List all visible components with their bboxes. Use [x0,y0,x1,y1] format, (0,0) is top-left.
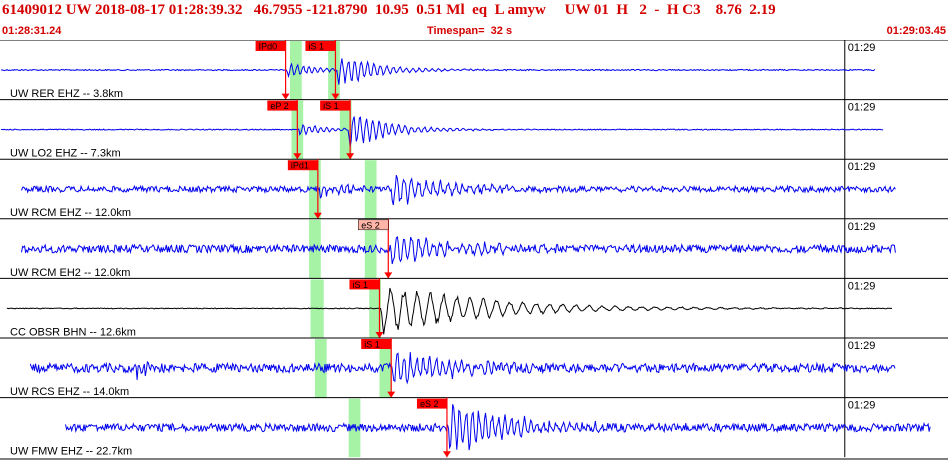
station-label: UW RCM EH2 -- 12.0km [10,267,130,279]
timespan-label: Timespan= 32 s [427,25,513,37]
time-tick-label: 01:29 [848,221,876,233]
time-tick-label: 01:29 [848,102,876,114]
waveform-line [6,287,893,335]
time-tick-label: 01:29 [848,280,876,292]
station-label: UW RCM EHZ -- 12.0km [10,207,131,219]
pick-label: iS 1 [323,101,339,111]
trace-panel: 01:29 eS 2 UW RCM EH2 -- 12.0km [0,218,948,279]
time-tick-label: 01:29 [848,161,876,173]
trace-panel: 01:29 iS 1 CC OBSR BHN -- 12.6km [0,277,948,338]
station-label: UW RCS EHZ -- 14.0km [10,386,129,398]
time-tick-label: 01:29 [848,400,876,412]
time-tick-label: 01:29 [848,42,876,54]
trace-panel: 01:29 eS 2 UW FMW EHZ -- 22.7km [0,397,948,458]
waveform-line [29,352,896,385]
time-tick-label: 01:29 [848,340,876,352]
pick-label: iS 1 [364,340,380,350]
pick-marker [281,93,290,100]
trace-panel: 01:29 iS 1 UW RCS EHZ -- 14.0km [0,337,948,398]
station-label: UW RER EHZ -- 3.8km [10,88,123,100]
start-time: 01:28:31.24 [2,25,62,37]
trace-panel: 01:29 iPd1 UW RCM EHZ -- 12.0km [0,158,948,219]
waveform-line [65,404,931,451]
pick-label: IPd0 [259,42,278,52]
trace-panel: 01:29 eP 2 iS 1 UW LO2 EHZ -- 7.3km [0,99,948,160]
header: 61409012 UW 2018-08-17 01:28:39.32 46.79… [0,0,948,40]
pick-label: iS 1 [352,280,368,290]
trace-panel: 01:29 IPd0 iS 1 UW RER EHZ -- 3.8km [0,40,948,100]
pick-marker [384,272,393,279]
seismogram-panels[interactable]: 01:29 IPd0 iS 1 UW RER EHZ -- 3.8km 01:29 eP … [0,40,948,460]
station-label: CC OBSR BHN -- 12.6km [10,326,136,338]
event-title: 61409012 UW 2018-08-17 01:28:39.32 46.79… [2,2,776,18]
pick-label: iS 1 [308,42,324,52]
station-label: UW LO2 EHZ -- 7.3km [10,148,121,160]
waveform-line [21,175,896,206]
waveform-line [21,236,896,265]
pick-label: eS 2 [420,399,439,409]
waveform-line [0,116,884,147]
pick-marker [442,451,451,458]
pick-label: eS 2 [361,220,380,230]
waveform-line [0,58,876,85]
pick-label: eP 2 [270,101,288,111]
pick-label: iPd1 [291,161,309,171]
station-label: UW FMW EHZ -- 22.7km [10,446,132,458]
end-time: 01:29:03.45 [886,25,946,37]
